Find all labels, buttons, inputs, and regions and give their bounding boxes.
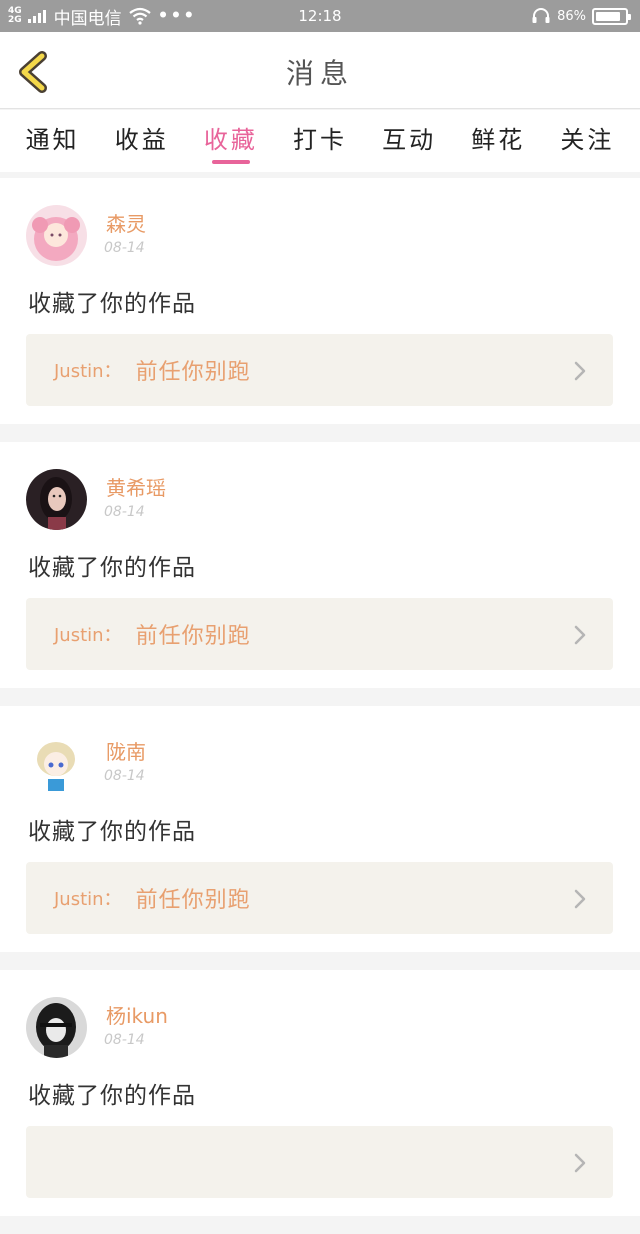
status-bar: 4G 2G 中国电信 ••• 12:18 86% bbox=[0, 0, 640, 32]
user-name[interactable]: 黄希瑶 bbox=[106, 472, 166, 501]
avatar[interactable] bbox=[26, 997, 87, 1058]
work-author: Justin： bbox=[54, 361, 122, 382]
favorites-list: 森灵 08-14 收藏了你的作品 Justin： 前任你别跑 黄希瑶 08-14 收藏了你的作… bbox=[0, 178, 640, 1234]
tab-notify[interactable]: 通知 bbox=[26, 110, 80, 172]
signal-icon bbox=[27, 9, 46, 23]
battery-percent: 86% bbox=[557, 8, 586, 24]
chevron-right-icon bbox=[574, 889, 586, 909]
network-type: 4G 2G bbox=[8, 7, 22, 25]
tab-flowers[interactable]: 鲜花 bbox=[471, 110, 525, 172]
app-header: 消息 bbox=[0, 32, 640, 109]
tab-favorites[interactable]: 收藏 bbox=[204, 110, 258, 172]
work-title: 前任你别跑 bbox=[135, 624, 251, 649]
chevron-right-icon bbox=[574, 361, 586, 381]
battery-icon bbox=[592, 7, 631, 25]
battery-fill bbox=[596, 11, 621, 21]
work-link[interactable]: Justin： 前任你别跑 bbox=[26, 862, 613, 934]
item-date: 08-14 bbox=[104, 240, 145, 256]
page-title: 消息 bbox=[285, 57, 354, 90]
tab-follow[interactable]: 关注 bbox=[560, 110, 614, 172]
action-text: 收藏了你的作品 bbox=[28, 819, 196, 845]
list-item: 黄希瑶 08-14 收藏了你的作品 Justin： 前任你别跑 bbox=[0, 442, 640, 688]
tab-bar: 通知 收益 收藏 打卡 互动 鲜花 关注 bbox=[0, 110, 640, 172]
work-title: 前任你别跑 bbox=[135, 888, 251, 913]
list-item: 陇南 08-14 收藏了你的作品 Justin： 前任你别跑 bbox=[0, 706, 640, 952]
item-date: 08-14 bbox=[104, 504, 145, 520]
wifi-icon bbox=[128, 7, 151, 25]
status-left: 4G 2G 中国电信 ••• bbox=[8, 4, 196, 29]
item-date: 08-14 bbox=[104, 1032, 145, 1048]
work-link[interactable]: Justin： 前任你别跑 bbox=[26, 598, 613, 670]
user-name[interactable]: 杨ikun bbox=[106, 1000, 168, 1029]
action-text: 收藏了你的作品 bbox=[28, 291, 196, 317]
avatar[interactable] bbox=[26, 733, 87, 794]
carrier-label: 中国电信 bbox=[53, 8, 122, 29]
work-author: Justin： bbox=[54, 625, 122, 646]
action-text: 收藏了你的作品 bbox=[28, 1083, 196, 1109]
list-item: 杨ikun 08-14 收藏了你的作品 bbox=[0, 970, 640, 1216]
list-item: 森灵 08-14 收藏了你的作品 Justin： 前任你别跑 bbox=[0, 178, 640, 424]
item-date: 08-14 bbox=[104, 768, 145, 784]
action-text: 收藏了你的作品 bbox=[28, 555, 196, 581]
work-title: 前任你别跑 bbox=[135, 360, 251, 385]
more-notifications-icon: ••• bbox=[157, 6, 197, 26]
avatar[interactable] bbox=[26, 469, 87, 530]
headset-icon bbox=[532, 8, 550, 23]
chevron-right-icon bbox=[574, 625, 586, 645]
user-name[interactable]: 陇南 bbox=[106, 736, 146, 765]
tab-interaction[interactable]: 互动 bbox=[382, 110, 436, 172]
work-author: Justin： bbox=[54, 889, 122, 910]
network-bottom: 2G bbox=[8, 15, 22, 25]
tab-earnings[interactable]: 收益 bbox=[115, 110, 169, 172]
chevron-right-icon bbox=[574, 1153, 586, 1173]
avatar[interactable] bbox=[26, 205, 87, 266]
tab-checkin[interactable]: 打卡 bbox=[293, 110, 347, 172]
work-link[interactable] bbox=[26, 1126, 613, 1198]
user-name[interactable]: 森灵 bbox=[106, 208, 146, 237]
work-link[interactable]: Justin： 前任你别跑 bbox=[26, 334, 613, 406]
status-right: 86% bbox=[531, 7, 631, 25]
